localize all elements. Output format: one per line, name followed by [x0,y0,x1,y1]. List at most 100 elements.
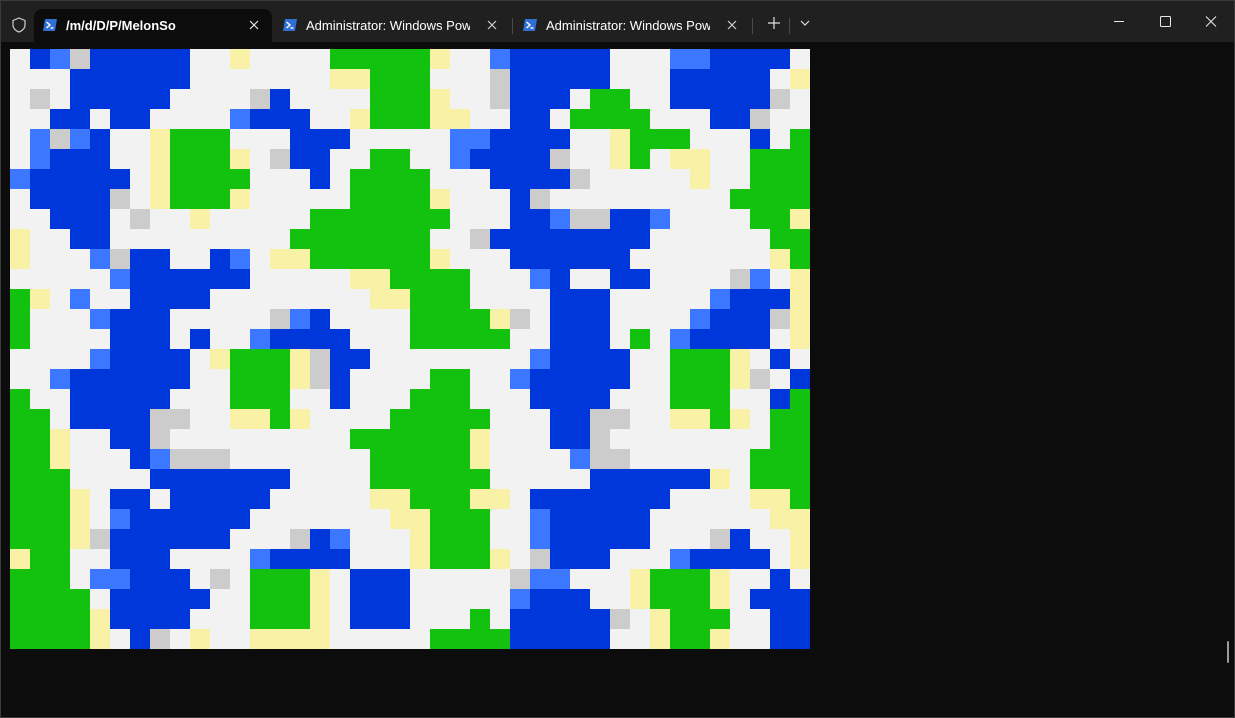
pixel-cell [50,349,70,369]
pixel-cell [130,349,150,369]
pixel-cell [170,589,190,609]
pixel-cell [50,329,70,349]
pixel-cell [230,569,250,589]
pixel-cell [170,569,190,589]
pixel-cell [450,529,470,549]
plus-icon[interactable] [766,15,782,31]
pixel-cell [150,569,170,589]
pixel-cell [390,329,410,349]
pixel-cell [790,569,810,589]
pixel-cell [590,629,610,649]
pixel-cell [270,189,290,209]
minimize-icon[interactable] [1096,1,1142,42]
pixel-cell [690,149,710,169]
pixel-cell [770,549,790,569]
pixel-cell [350,129,370,149]
pixel-cell [470,409,490,429]
pixel-cell [770,389,790,409]
pixel-cell [270,329,290,349]
pixel-cell [470,609,490,629]
pixel-cell [410,109,430,129]
pixel-cell [190,149,210,169]
pixel-cell [750,349,770,369]
pixel-cell [90,549,110,569]
pixel-cell [690,229,710,249]
pixel-cell [550,409,570,429]
pixel-cell [290,389,310,409]
pixel-cell [470,549,490,569]
pixel-cell [670,609,690,629]
pixel-cell [470,329,490,349]
pixel-cell [110,429,130,449]
pixel-cell [510,469,530,489]
pixel-cell [730,149,750,169]
tab-powershell-2[interactable]: Administrator: Windows PowerShell [514,9,750,42]
pixel-cell [110,109,130,129]
pixel-cell [250,209,270,229]
pixel-cell [550,49,570,69]
pixel-cell [370,509,390,529]
pixel-cell [770,189,790,209]
pixel-cell [530,529,550,549]
pixel-cell [570,569,590,589]
pixel-cell [750,129,770,149]
pixel-cell [290,449,310,469]
pixel-cell [510,329,530,349]
pixel-cell [150,309,170,329]
pixel-cell [710,329,730,349]
terminal-area[interactable] [1,42,1234,717]
pixel-cell [50,309,70,329]
pixel-cell [550,469,570,489]
pixel-cell [530,449,550,469]
close-icon[interactable] [726,19,738,31]
pixel-cell [610,49,630,69]
title-bar[interactable]: /m/d/D/P/MelonSoc Administrator: Windows… [1,1,1234,42]
pixel-cell [330,209,350,229]
pixel-cell [590,389,610,409]
pixel-cell [750,469,770,489]
tab-powershell-1[interactable]: Administrator: Windows PowerShell [274,9,510,42]
tab-melonsoc[interactable]: /m/d/D/P/MelonSoc [34,9,272,42]
pixel-cell [10,449,30,469]
pixel-cell [550,89,570,109]
pixel-cell [210,329,230,349]
pixel-cell [90,309,110,329]
pixel-cell [310,569,330,589]
pixel-cell [750,109,770,129]
pixel-cell [330,89,350,109]
pixel-cell [310,289,330,309]
close-icon[interactable] [248,19,260,31]
pixel-cell [430,309,450,329]
maximize-icon[interactable] [1142,1,1188,42]
pixel-cell [10,609,30,629]
pixel-cell [210,449,230,469]
pixel-cell [530,349,550,369]
pixel-cell [770,309,790,329]
pixel-cell [130,289,150,309]
pixel-cell [310,149,330,169]
pixel-cell [550,69,570,89]
close-icon[interactable] [486,19,498,31]
pixel-cell [350,369,370,389]
pixel-cell [170,269,190,289]
pixel-cell [310,269,330,289]
pixel-cell [570,309,590,329]
pixel-cell [270,69,290,89]
pixel-cell [10,249,30,269]
pixel-cell [530,569,550,589]
close-icon[interactable] [1188,1,1234,42]
pixel-cell [210,189,230,209]
pixel-cell [190,309,210,329]
pixel-cell [390,129,410,149]
scrollbar-thumb[interactable] [1227,641,1229,663]
pixel-cell [390,69,410,89]
pixel-cell [410,149,430,169]
pixel-cell [150,229,170,249]
pixel-cell [310,329,330,349]
chevron-down-icon[interactable] [797,15,813,31]
pixel-cell [730,169,750,189]
pixel-cell [450,109,470,129]
pixel-cell [170,189,190,209]
pixel-cell [390,289,410,309]
pixel-cell [210,129,230,149]
